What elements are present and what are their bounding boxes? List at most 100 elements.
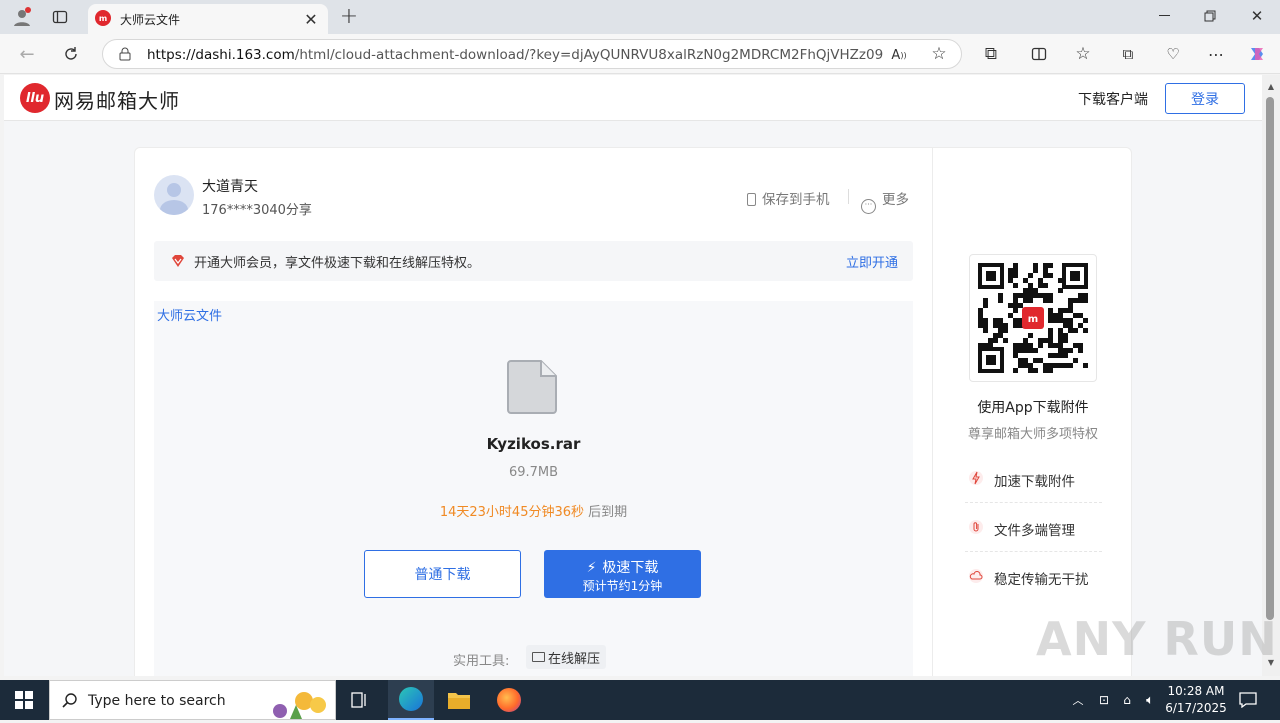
sharer-name: 大道青天 bbox=[202, 179, 258, 195]
folder-icon bbox=[532, 652, 545, 662]
clock-date: 6/17/2025 bbox=[1165, 701, 1227, 715]
firefox-icon[interactable] bbox=[497, 688, 521, 712]
taskbar: Type here to search ︿ ⊡ ⌂ 🔈︎ 10:28 AM 6/… bbox=[0, 680, 1280, 720]
avatar bbox=[154, 175, 194, 215]
windows-start-icon[interactable] bbox=[14, 690, 34, 710]
vip-banner: 开通大师会员，享文件极速下载和在线解压特权。 立即开通 bbox=[154, 241, 913, 281]
save-to-phone-button[interactable]: 保存到手机 bbox=[747, 188, 830, 208]
notification-icon[interactable] bbox=[1238, 690, 1258, 710]
url-path: /html/cloud-attachment-download/?key=djA… bbox=[294, 47, 884, 63]
qr-code-image: m bbox=[978, 263, 1088, 373]
url-text: https://dashi.163.com/html/cloud-attachm… bbox=[147, 47, 883, 63]
split-screen-icon[interactable] bbox=[1028, 43, 1050, 65]
favorite-star-icon[interactable]: ☆ bbox=[929, 44, 949, 64]
site-info-icon[interactable] bbox=[117, 46, 133, 62]
logo-icon[interactable]: llu bbox=[20, 83, 50, 113]
taskbar-clock[interactable]: 10:28 AM 6/17/2025 bbox=[1160, 683, 1232, 717]
expire-info: 14天23小时45分钟36秒 后到期 bbox=[154, 501, 913, 520]
speed-icon bbox=[968, 470, 984, 486]
feature-item: 文件多端管理 bbox=[965, 503, 1102, 552]
minimize-icon[interactable] bbox=[1155, 6, 1175, 26]
url-host: https://dashi.163.com bbox=[147, 47, 295, 63]
fast-download-sub: 预计节约1分钟 bbox=[582, 579, 663, 593]
feature-label: 加速下载附件 bbox=[994, 474, 1075, 490]
scrollbar-thumb[interactable] bbox=[1266, 97, 1274, 620]
fast-download-text: 极速下载 bbox=[602, 560, 659, 576]
edge-icon bbox=[399, 687, 423, 711]
vip-open-link[interactable]: 立即开通 bbox=[846, 252, 898, 271]
copilot-icon[interactable] bbox=[1246, 43, 1268, 65]
file-name: Kyzikos.rar bbox=[486, 435, 581, 453]
save-to-phone-label: 保存到手机 bbox=[762, 192, 830, 208]
web-page: llu 网易邮箱大师 下载客户端 登录 大道青天 176****3040分享 保… bbox=[4, 75, 1262, 676]
tools-label: 实用工具: bbox=[453, 654, 510, 669]
search-icon bbox=[60, 691, 80, 711]
search-placeholder: Type here to search bbox=[88, 693, 226, 709]
phone-icon bbox=[747, 193, 756, 206]
file-card: 大道青天 176****3040分享 保存到手机 ··· 更多 开通大师会员，享文… bbox=[134, 147, 1132, 676]
expire-countdown: 14天23小时45分钟36秒 bbox=[439, 505, 585, 520]
taskbar-search-box[interactable]: Type here to search bbox=[49, 680, 336, 720]
svg-text:m: m bbox=[1028, 314, 1038, 325]
task-view-icon[interactable] bbox=[350, 690, 370, 710]
more-options-icon[interactable]: ⋯ bbox=[1205, 43, 1227, 65]
file-explorer-icon[interactable] bbox=[446, 688, 472, 712]
extensions-icon[interactable]: ⧉ bbox=[980, 43, 1002, 65]
login-button[interactable]: 登录 bbox=[1165, 83, 1245, 114]
logo-text[interactable]: 网易邮箱大师 bbox=[54, 85, 180, 114]
favorites-icon[interactable]: ☆ bbox=[1072, 43, 1094, 65]
more-button[interactable]: ··· 更多 bbox=[861, 188, 909, 214]
read-aloud-icon[interactable]: A)) bbox=[889, 45, 909, 65]
more-label: 更多 bbox=[882, 192, 909, 208]
network-icon[interactable]: ⊡ bbox=[1095, 690, 1113, 710]
sharer-phone: 176****3040分享 bbox=[202, 203, 312, 218]
fast-download-label: ⚡ 极速下载 bbox=[544, 557, 701, 577]
browser-essentials-icon[interactable]: ♡ bbox=[1162, 43, 1184, 65]
url-bar[interactable]: https://dashi.163.com/html/cloud-attachm… bbox=[102, 39, 962, 69]
back-icon[interactable]: ← bbox=[16, 43, 38, 65]
close-window-icon[interactable]: ✕ bbox=[1247, 6, 1267, 26]
tab-favicon-icon: m bbox=[95, 10, 111, 26]
app-download-title: 使用App下载附件 bbox=[977, 400, 1089, 416]
cloud-icon bbox=[968, 568, 984, 584]
scroll-up-icon[interactable]: ▲ bbox=[1266, 81, 1276, 91]
feature-item: 加速下载附件 bbox=[965, 454, 1102, 503]
volume-icon[interactable]: 🔈︎ bbox=[1141, 690, 1159, 710]
page-scrollbar[interactable]: ▲ ▼ bbox=[1262, 75, 1280, 676]
file-icon bbox=[504, 358, 562, 416]
clock-time: 10:28 AM bbox=[1167, 684, 1225, 698]
file-box: 大师云文件 Kyzikos.rar 69.7MB 14天23小时45分钟36秒 … bbox=[154, 301, 913, 676]
search-decoration-icon bbox=[260, 683, 334, 719]
restore-icon[interactable] bbox=[1200, 6, 1220, 26]
download-client-link[interactable]: 下载客户端 bbox=[1078, 89, 1148, 109]
attachment-icon bbox=[968, 519, 984, 535]
feature-label: 稳定传输无干扰 bbox=[994, 572, 1089, 588]
online-unzip-button[interactable]: 在线解压 bbox=[526, 645, 607, 669]
wifi-icon[interactable]: ⌂ bbox=[1118, 690, 1136, 710]
profile-icon[interactable] bbox=[10, 6, 34, 28]
expire-suffix: 后到期 bbox=[584, 505, 628, 520]
feature-label: 文件多端管理 bbox=[994, 523, 1075, 539]
collections-icon[interactable]: ⧉ bbox=[1117, 43, 1139, 65]
qr-code: m bbox=[969, 254, 1097, 382]
online-unzip-label: 在线解压 bbox=[548, 651, 601, 667]
tab-active[interactable]: m 大师云文件 ✕ bbox=[88, 4, 328, 34]
action-divider bbox=[848, 189, 849, 204]
tray-chevron-icon[interactable]: ︿ bbox=[1070, 690, 1086, 710]
fast-download-button[interactable]: ⚡ 极速下载 预计节约1分钟 bbox=[544, 550, 701, 598]
edge-taskbar-button[interactable] bbox=[388, 680, 434, 720]
file-source-link[interactable]: 大师云文件 bbox=[157, 305, 222, 324]
app-download-subtitle: 尊享邮箱大师多项特权 bbox=[967, 427, 1098, 442]
normal-download-button[interactable]: 普通下载 bbox=[364, 550, 521, 598]
tab-title: 大师云文件 bbox=[120, 13, 181, 27]
refresh-icon[interactable] bbox=[60, 43, 82, 65]
watermark: ANY RUN bbox=[1036, 612, 1278, 666]
more-circle-icon: ··· bbox=[861, 199, 876, 214]
new-tab-icon[interactable]: + bbox=[338, 4, 360, 29]
tab-close-icon[interactable]: ✕ bbox=[302, 10, 320, 29]
site-header: llu 网易邮箱大师 下载客户端 登录 bbox=[4, 75, 1262, 121]
browser-title-bar: m 大师云文件 ✕ + ✕ bbox=[0, 0, 1280, 34]
tab-actions-icon[interactable] bbox=[50, 7, 70, 27]
feature-item: 稳定传输无干扰 bbox=[965, 552, 1102, 601]
vip-banner-text: 开通大师会员，享文件极速下载和在线解压特权。 bbox=[194, 256, 481, 271]
